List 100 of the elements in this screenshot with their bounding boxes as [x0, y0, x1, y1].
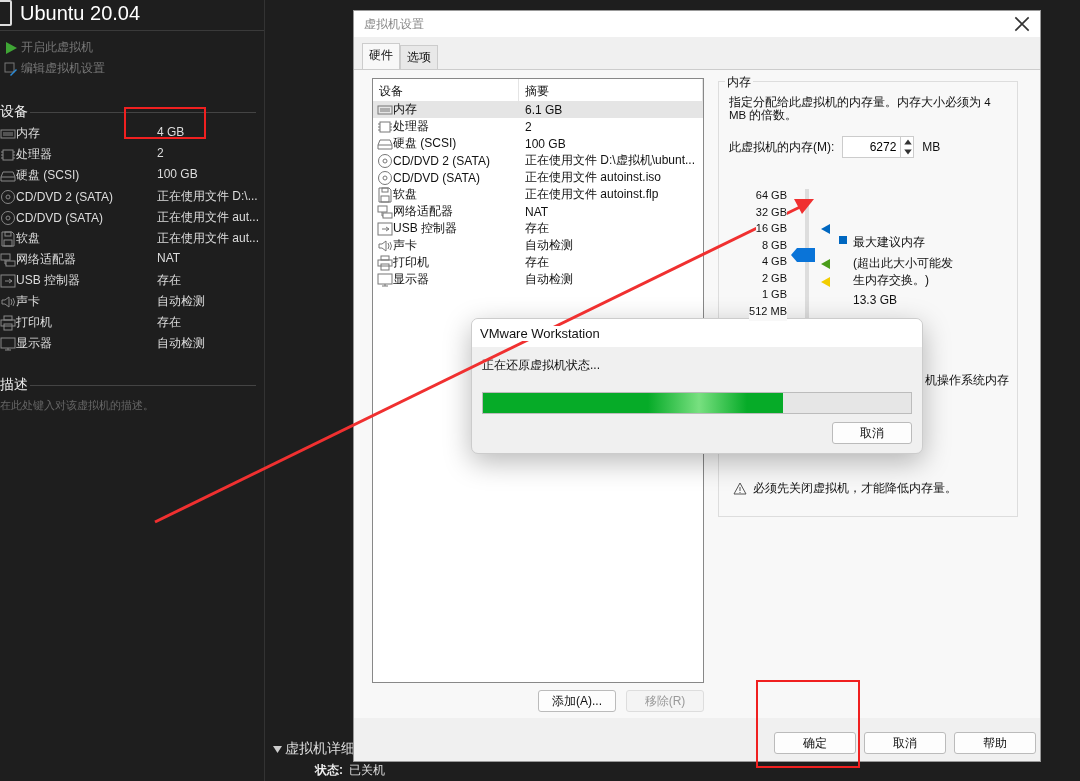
- device-row[interactable]: 声卡 自动检测: [373, 237, 703, 254]
- section-heading: 设备: [0, 103, 28, 121]
- device-name[interactable]: 网络适配器: [16, 251, 76, 268]
- progress-message: 正在还原虚拟机状态...: [481, 357, 601, 374]
- slider-thumb[interactable]: [791, 248, 815, 263]
- device-summary: 自动检测: [524, 271, 574, 288]
- device-summary: 正在使用文件 aut...: [157, 209, 257, 226]
- play-icon: [4, 40, 18, 55]
- legend-title: 机操作系统内存: [925, 372, 1009, 389]
- device-summary: 自动检测: [157, 335, 206, 352]
- floppy-icon: [0, 230, 16, 247]
- device-name[interactable]: 打印机: [16, 314, 52, 331]
- detail-value: 已关机: [349, 762, 385, 779]
- printer-icon: [377, 254, 393, 271]
- group-heading: 内存: [725, 74, 753, 91]
- device-row[interactable]: USB 控制器 存在: [373, 220, 703, 237]
- device-summary: NAT: [157, 251, 182, 267]
- device-summary: 正在使用文件 D:\...: [157, 188, 257, 205]
- memory-field[interactable]: 6272: [842, 136, 901, 158]
- device-summary: 100 GB: [524, 136, 567, 151]
- device-name: 网络适配器: [393, 203, 453, 220]
- legend-note: (超出此大小可能发生内存交换。): [853, 255, 954, 289]
- network-icon: [0, 251, 16, 268]
- device-row[interactable]: CD/DVD (SATA) 正在使用文件 autoinst.iso: [373, 169, 703, 186]
- action-link[interactable]: 编辑虚拟机设置: [4, 60, 260, 77]
- device-name: 声卡: [393, 237, 417, 254]
- action-link[interactable]: 开启此虚拟机: [4, 39, 260, 56]
- device-name[interactable]: USB 控制器: [16, 272, 80, 289]
- device-row[interactable]: 打印机 存在: [373, 254, 703, 271]
- device-summary: 存在: [157, 314, 182, 331]
- device-name[interactable]: CD/DVD (SATA): [16, 210, 103, 225]
- device-name: 处理器: [393, 118, 429, 135]
- device-row[interactable]: 软盘 正在使用文件 autoinst.flp: [373, 186, 703, 203]
- device-summary: 正在使用文件 autoinst.iso: [524, 169, 663, 186]
- floppy-icon: [377, 186, 393, 203]
- device-name: CD/DVD (SATA): [393, 170, 480, 185]
- legend-value: 13.3 GB: [853, 293, 899, 307]
- caret-icon[interactable]: [273, 745, 282, 753]
- device-summary: 存在: [157, 272, 182, 289]
- device-name: USB 控制器: [393, 220, 457, 237]
- device-name[interactable]: 显示器: [16, 335, 52, 352]
- device-summary: 正在使用文件 autoinst.flp: [524, 186, 660, 203]
- detail-label: 状态:: [315, 762, 343, 779]
- tab[interactable]: 硬件: [362, 43, 400, 69]
- device-summary: 正在使用文件 D:\虚拟机\ubunt...: [524, 152, 697, 169]
- device-row[interactable]: 网络适配器 NAT: [373, 203, 703, 220]
- device-summary: 自动检测: [157, 293, 206, 310]
- usb-icon: [0, 272, 16, 289]
- sound-icon: [0, 293, 16, 310]
- monitor-icon: [377, 271, 393, 288]
- cancel-button[interactable]: 取消: [832, 422, 912, 444]
- legend-title: 最大建议内存: [853, 234, 926, 251]
- cpu-icon: [377, 118, 393, 135]
- field-label: 此虚拟机的内存(M):: [729, 138, 835, 156]
- device-row[interactable]: 硬盘 (SCSI) 100 GB: [373, 135, 703, 152]
- device-name[interactable]: 声卡: [16, 293, 40, 310]
- unit-label: MB: [922, 140, 941, 154]
- scale-label: 512 MB: [749, 304, 787, 321]
- device-name: 软盘: [393, 186, 417, 203]
- device-summary: 2: [157, 146, 165, 162]
- add-button[interactable]: 添加(A)...: [538, 690, 616, 712]
- device-row[interactable]: CD/DVD 2 (SATA) 正在使用文件 D:\虚拟机\ubunt...: [373, 152, 703, 169]
- device-name[interactable]: 软盘: [16, 230, 40, 247]
- device-name[interactable]: 处理器: [16, 146, 52, 163]
- disc-icon: [377, 169, 393, 186]
- warning-text: 必须先关闭虚拟机，才能降低内存量。: [753, 480, 957, 497]
- printer-icon: [0, 314, 16, 331]
- cpu-icon: [0, 146, 16, 163]
- device-summary: 存在: [524, 254, 550, 271]
- warning-icon: [733, 482, 747, 495]
- dialog-button[interactable]: 取消: [864, 732, 946, 754]
- usb-icon: [377, 220, 393, 237]
- device-summary: NAT: [524, 204, 550, 219]
- device-summary: 存在: [524, 220, 550, 237]
- device-name[interactable]: 硬盘 (SCSI): [16, 167, 80, 184]
- device-summary: 4 GB: [157, 125, 186, 141]
- vm-title: Ubuntu 20.04: [20, 1, 141, 25]
- device-name: 显示器: [393, 271, 429, 288]
- device-row[interactable]: 处理器 2: [373, 118, 703, 135]
- memory-description: 指定分配给此虚拟机的内存量。内存大小必须为 4 MB 的倍数。: [729, 96, 992, 122]
- device-summary: 自动检测: [524, 237, 574, 254]
- tab[interactable]: 选项: [400, 45, 438, 69]
- disc-icon: [0, 188, 16, 205]
- dialog-button[interactable]: 确定: [774, 732, 856, 754]
- sound-icon: [377, 237, 393, 254]
- device-name: 硬盘 (SCSI): [393, 135, 457, 152]
- dialog-button[interactable]: 帮助: [954, 732, 1036, 754]
- dialog-title: VMware Workstation: [480, 325, 600, 341]
- device-row[interactable]: 内存 6.1 GB: [373, 101, 703, 118]
- device-summary: 6.1 GB: [524, 102, 564, 117]
- device-name[interactable]: CD/DVD 2 (SATA): [16, 189, 113, 204]
- device-summary: 正在使用文件 aut...: [157, 230, 257, 247]
- disc-icon: [377, 152, 393, 169]
- dialog-title: 虚拟机设置: [364, 15, 424, 33]
- device-name[interactable]: 内存: [16, 125, 40, 142]
- monitor-icon: [0, 335, 16, 352]
- device-row[interactable]: 显示器 自动检测: [373, 271, 703, 288]
- device-name: 内存: [393, 101, 417, 118]
- disc-icon: [0, 209, 16, 226]
- close-icon[interactable]: [1014, 16, 1030, 32]
